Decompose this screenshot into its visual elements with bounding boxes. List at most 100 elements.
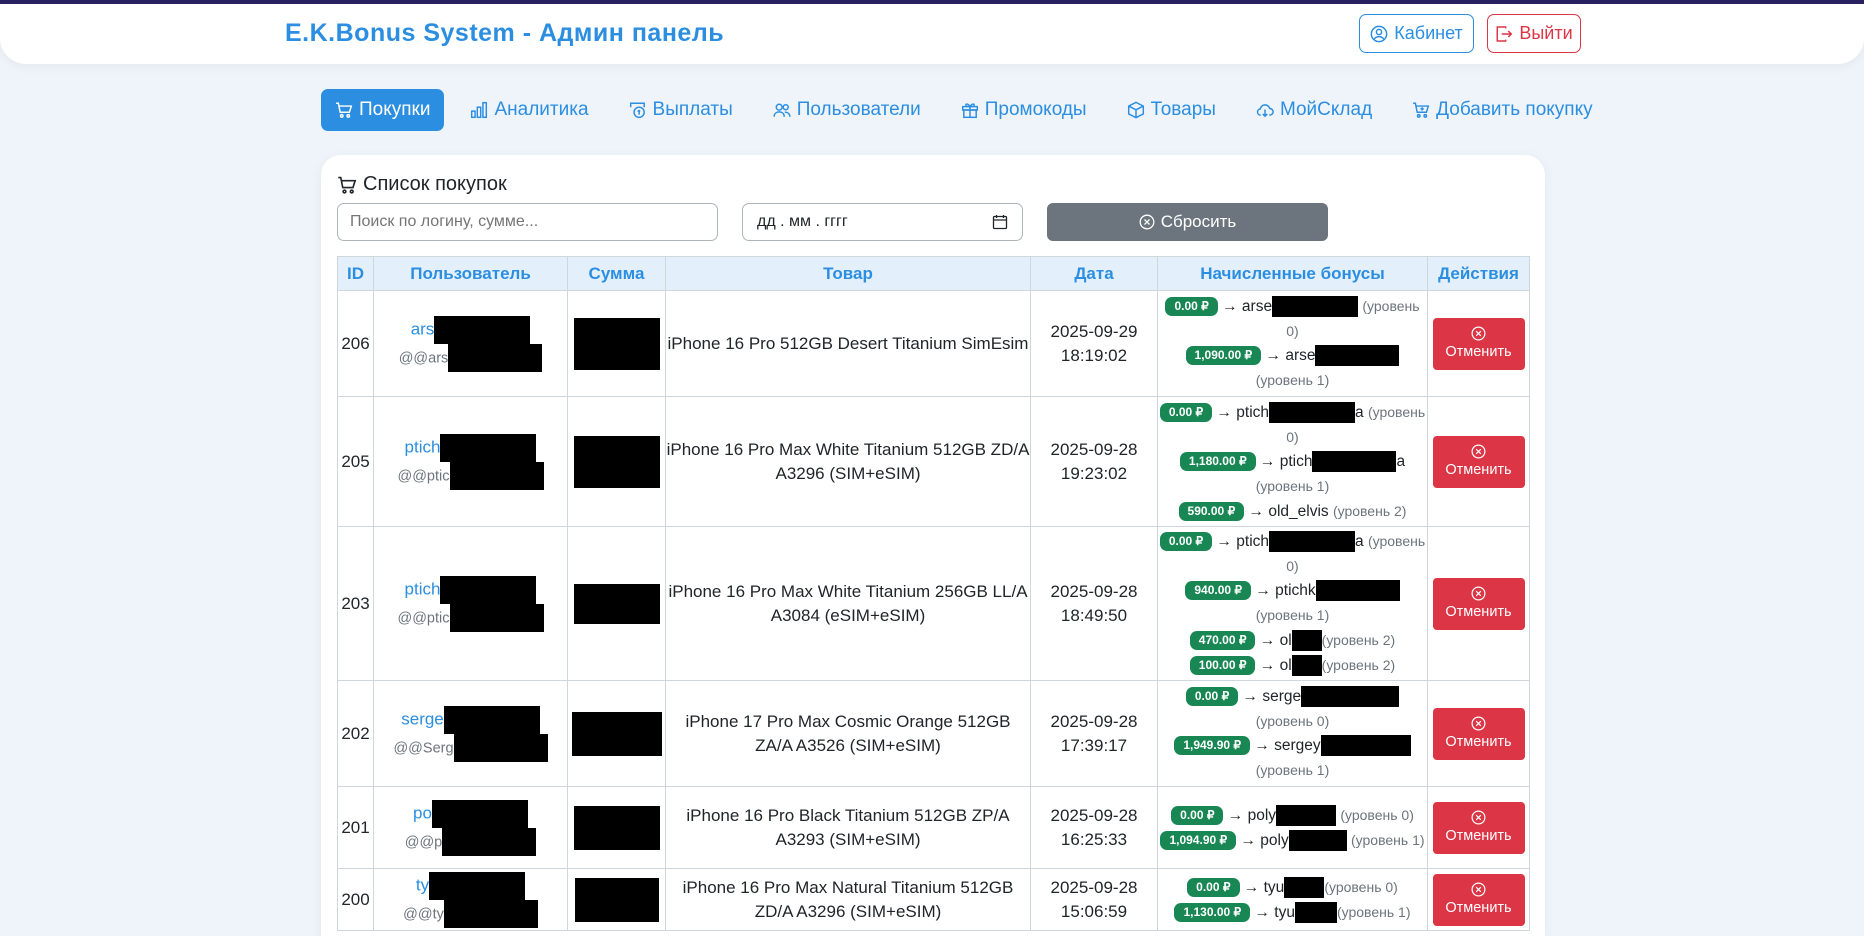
bonus-entry: 1,949.90 ₽ → sergey (уровень 1): [1158, 734, 1427, 783]
bonus-entry: 0.00 ₽ → serge (уровень 0): [1158, 685, 1427, 734]
bonus-amount-badge: 0.00 ₽: [1159, 402, 1213, 422]
logout-button[interactable]: Выйти: [1487, 14, 1581, 53]
cell-product: iPhone 16 Pro Max White Titanium 512GB Z…: [665, 396, 1031, 527]
cell-actions: Отменить: [1427, 396, 1530, 527]
cancel-purchase-button[interactable]: Отменить: [1432, 873, 1525, 926]
cell-user: ars @@ars: [373, 290, 568, 397]
tab-moysklad[interactable]: МойСклад: [1242, 89, 1386, 131]
tab-products[interactable]: Товары: [1113, 89, 1230, 131]
user-handle: @@p: [404, 833, 443, 850]
bonus-login-suffix: a: [1355, 533, 1364, 550]
cell-bonuses: 0.00 ₽ → ptich a (уровень 0) 940.00 ₽ → p…: [1157, 526, 1428, 681]
column-header-date[interactable]: Дата: [1030, 256, 1158, 291]
bonus-login: ol: [1279, 657, 1292, 674]
cancel-purchase-button[interactable]: Отменить: [1432, 801, 1525, 854]
cell-id: 200: [337, 868, 374, 931]
redacted-amount: [571, 711, 662, 756]
time-value: 17:39:17: [1060, 735, 1128, 755]
cell-product: iPhone 16 Pro Black Titanium 512GB ZP/A …: [665, 786, 1031, 869]
redacted-block: [1276, 804, 1337, 826]
cabinet-button-label: Кабинет: [1394, 23, 1463, 43]
cabinet-button[interactable]: Кабинет: [1359, 14, 1474, 53]
tab-purchases[interactable]: Покупки: [321, 89, 445, 131]
tab-users[interactable]: Пользователи: [759, 89, 935, 131]
column-header-amount[interactable]: Сумма: [567, 256, 666, 291]
time-value: 15:06:59: [1060, 901, 1128, 921]
user-login-link[interactable]: ptich: [405, 437, 441, 456]
redacted-block: [449, 461, 544, 490]
cell-user: ptich @@ptic: [373, 526, 568, 681]
cancel-label: Отменить: [1445, 344, 1512, 360]
cell-date: 2025-09-29 18:19:02: [1030, 290, 1158, 397]
column-header-product[interactable]: Товар: [665, 256, 1031, 291]
calendar-icon[interactable]: [992, 214, 1008, 230]
cell-date: 2025-09-28 19:23:02: [1030, 396, 1158, 527]
redacted-amount: [573, 583, 660, 624]
reset-button[interactable]: Сбросить: [1047, 203, 1328, 241]
bonus-login: poly: [1260, 831, 1289, 849]
top-navbar: E.K.Bonus System - Админ панель Кабинет …: [0, 4, 1864, 64]
redacted-block: [1294, 901, 1337, 923]
bonus-login: poly: [1247, 806, 1277, 824]
bonus-login: ptich: [1279, 452, 1313, 470]
cancel-purchase-button[interactable]: Отменить: [1432, 317, 1525, 370]
bonus-login: tyu: [1274, 903, 1295, 921]
cloud-download-icon: [1256, 104, 1274, 118]
column-header-user[interactable]: Пользователь: [373, 256, 568, 291]
redacted-block: [1269, 531, 1356, 553]
close-circle-icon: [1471, 810, 1486, 825]
column-header-id[interactable]: ID: [337, 256, 374, 291]
date-value: 2025-09-28: [1050, 711, 1138, 731]
tab-promocodes[interactable]: Промокоды: [947, 89, 1101, 131]
table-header-row: ID Пользователь Сумма Товар Дата Начисле…: [337, 256, 1530, 291]
cell-amount: [567, 396, 666, 527]
tab-add-purchase[interactable]: Добавить покупку: [1398, 89, 1606, 131]
app-title: E.K.Bonus System - Админ панель: [285, 19, 725, 47]
bonus-entry: 0.00 ₽ → arse (уровень 0): [1158, 294, 1427, 344]
bonus-login-suffix: a: [1355, 403, 1364, 421]
cancel-purchase-button[interactable]: Отменить: [1432, 707, 1525, 760]
search-input[interactable]: [337, 203, 718, 241]
reset-button-label: Сбросить: [1160, 212, 1237, 231]
bonus-entry: 1,094.90 ₽ → poly (уровень 1): [1158, 828, 1427, 853]
tab-label: Выплаты: [652, 99, 733, 120]
bonus-amount-badge: 1,949.90 ₽: [1174, 735, 1251, 755]
bonus-entry: 1,090.00 ₽ → arse (уровень 1): [1158, 344, 1427, 393]
bonus-level: (уровень 1): [1336, 903, 1411, 920]
user-login-link[interactable]: ars: [411, 319, 435, 338]
table-row: 206 ars @@ars iPhone 16 Pro 512GB Desert…: [337, 290, 1530, 397]
date-filter-input[interactable]: дд . мм . гггг: [742, 203, 1023, 241]
close-circle-icon: [1471, 586, 1486, 601]
close-circle-icon: [1471, 444, 1486, 459]
date-value: 2025-09-28: [1050, 805, 1138, 825]
cell-amount: [567, 290, 666, 397]
cancel-purchase-button[interactable]: Отменить: [1432, 577, 1525, 630]
cell-bonuses: 0.00 ₽ → arse (уровень 0) 1,090.00 ₽ → a…: [1157, 290, 1428, 397]
cell-user: serge @@Serg: [373, 680, 568, 787]
user-login-link[interactable]: po: [413, 803, 432, 822]
date-placeholder: дд . мм . гггг: [757, 213, 848, 230]
cell-bonuses: 0.00 ₽ → poly (уровень 0) 1,094.90 ₽ → p…: [1157, 786, 1428, 869]
cell-product: iPhone 16 Pro Max White Titanium 256GB L…: [665, 526, 1031, 681]
table-row: 203 ptich @@ptic iPhone 16 Pro Max White…: [337, 526, 1530, 681]
redacted-block: [1320, 734, 1411, 756]
redacted-block: [1284, 876, 1325, 898]
bonus-level: (уровень 2): [1321, 657, 1396, 673]
payout-icon: [629, 102, 645, 119]
cancel-purchase-button[interactable]: Отменить: [1432, 435, 1525, 488]
purchases-card: Список покупок дд . мм . гггг Сбросить I…: [321, 155, 1545, 936]
redacted-block: [1291, 655, 1322, 677]
tab-payouts[interactable]: Выплаты: [615, 89, 747, 131]
bonus-level: (уровень 1): [1255, 372, 1330, 388]
column-header-actions[interactable]: Действия: [1427, 256, 1530, 291]
column-header-bonuses[interactable]: Начисленные бонусы: [1157, 256, 1428, 291]
bonus-entry: 590.00 ₽ → old_elvis (уровень 2): [1158, 499, 1427, 524]
user-login-link[interactable]: serge: [401, 709, 444, 728]
redacted-block: [449, 603, 544, 632]
user-login-link[interactable]: ptich: [405, 579, 441, 598]
bonus-entry: 0.00 ₽ → ptich a (уровень 0): [1158, 529, 1427, 579]
user-login-link[interactable]: ty: [416, 875, 429, 894]
bonus-level: (уровень 1): [1255, 761, 1330, 778]
tab-analytics[interactable]: Аналитика: [456, 89, 602, 131]
bonus-level: (уровень 1): [1255, 477, 1330, 494]
